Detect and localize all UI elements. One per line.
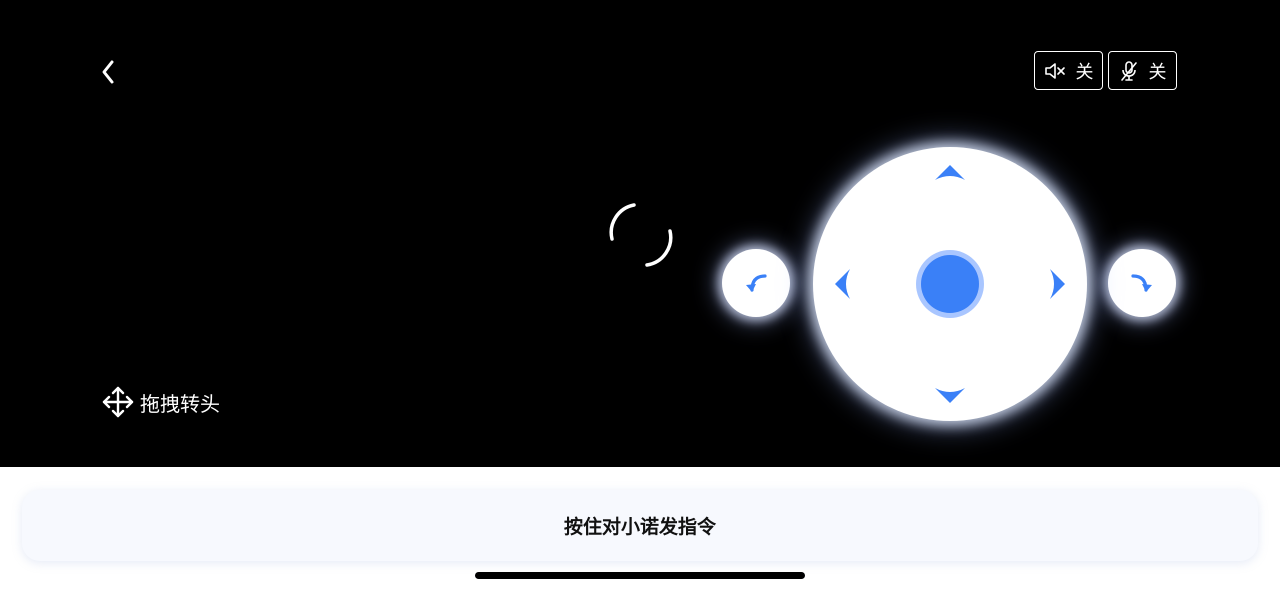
arrow-left-icon [835, 269, 850, 299]
pan-up-button[interactable] [930, 159, 970, 185]
rotate-left-icon [746, 274, 767, 292]
move-arrows-icon [102, 386, 134, 418]
pan-left-button[interactable] [829, 264, 855, 304]
rotate-right-icon [1131, 274, 1152, 292]
back-button[interactable] [92, 56, 124, 88]
drag-hint-label: 拖拽转头 [140, 391, 220, 416]
arrow-down-icon [935, 388, 965, 403]
video-stream-area[interactable]: 关 关 拖拽转头 [0, 0, 1280, 467]
arrow-right-icon [1050, 269, 1065, 299]
hold-to-talk-button[interactable]: 按住对小诺发指令 [22, 490, 1258, 561]
drag-to-turn-hint: 拖拽转头 [102, 386, 220, 418]
pan-down-button[interactable] [930, 383, 970, 409]
loading-spinner-icon [609, 203, 673, 267]
speaker-toggle-button[interactable]: 关 [1034, 51, 1103, 90]
dpad-center-dot [921, 255, 979, 313]
rotate-left-button[interactable] [722, 249, 790, 317]
speaker-toggle-label: 关 [1075, 61, 1094, 83]
chevron-left-icon [102, 60, 114, 84]
speaker-muted-icon [1044, 62, 1065, 79]
dpad-center-button[interactable] [916, 250, 984, 318]
arrow-up-icon [935, 165, 965, 180]
hold-to-talk-label: 按住对小诺发指令 [563, 516, 716, 538]
mic-toggle-label: 关 [1148, 61, 1167, 83]
direction-pad [813, 147, 1087, 421]
home-indicator[interactable] [475, 572, 805, 579]
pan-right-button[interactable] [1045, 264, 1071, 304]
rotate-right-button[interactable] [1108, 249, 1176, 317]
mic-muted-icon [1120, 60, 1137, 81]
mic-toggle-button[interactable]: 关 [1108, 51, 1177, 90]
